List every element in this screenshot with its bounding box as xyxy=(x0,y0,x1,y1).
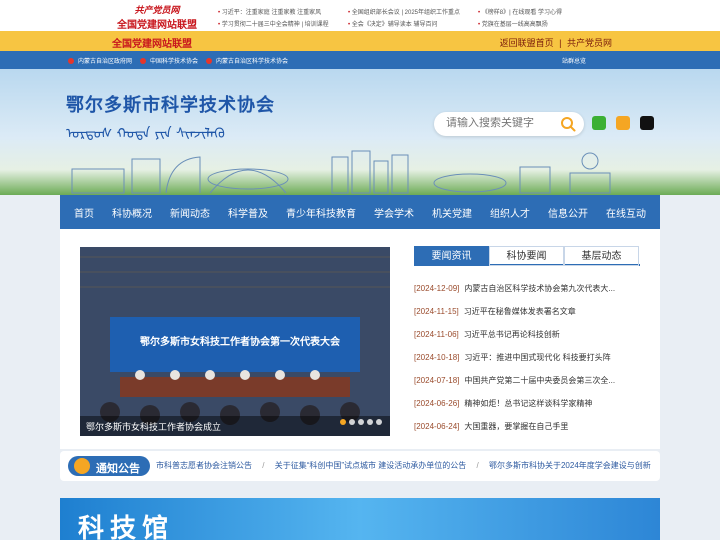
top-link[interactable]: 《榜样8》| 在线观看 学习心得 xyxy=(478,7,562,16)
nav-online-interaction[interactable]: 在线互动 xyxy=(606,205,646,220)
site-group-link[interactable]: 站群总览 xyxy=(562,56,586,65)
gov-link-label: 内蒙古自治区政府网 xyxy=(78,59,133,65)
emblem-icon xyxy=(68,58,74,64)
top-link[interactable]: 全国组织部长会议 | 2025年组织工作重点 xyxy=(348,7,460,16)
news-tabs: 要闻资讯 科协要闻 基层动态 xyxy=(414,246,640,266)
notice-separator: / xyxy=(476,461,479,470)
cast-link-label: 中国科学技术协会 xyxy=(150,59,199,65)
top-link[interactable]: 全会《决定》辅导读本 辅导百问 xyxy=(348,19,438,28)
carousel-dot[interactable] xyxy=(367,419,373,425)
notice-item[interactable]: 市科普志愿者协会注销公告 xyxy=(156,461,252,470)
news-title[interactable]: 习近平总书记再论科技创新 xyxy=(464,330,560,339)
list-item[interactable]: [2024-07-18] 中国共产党第二十届中央委员会第三次全... xyxy=(414,375,644,386)
search-icon[interactable] xyxy=(560,116,576,132)
carousel-dots xyxy=(337,412,382,430)
site-title-mongolian: ᠣᠷᠳᠣᠰ ᠬᠣᠲᠠ ᠶᠢᠨ ᠱᠢᠨᠵᠢᠯᠡᠬᠦ xyxy=(66,126,225,142)
list-item[interactable]: [2024-11-06] 习近平总书记再论科技创新 xyxy=(414,329,644,340)
notice-bar: 通知公告 市科普志愿者协会注销公告 / 关于征集“科创中国”试点城市 建设活动承… xyxy=(60,451,660,481)
tab-headline-news[interactable]: 要闻资讯 xyxy=(414,246,489,266)
news-date: [2024-10-18] xyxy=(414,353,460,362)
top-portal-bar: 共产党员网 全国党建网站联盟 习近平：注重家庭 注重家教 注重家风 全国组织部长… xyxy=(0,0,720,31)
carousel-dot[interactable] xyxy=(358,419,364,425)
alliance-bar: 全国党建网站联盟 返回联盟首页 | 共产党员网 xyxy=(0,31,720,51)
tiktok-icon[interactable] xyxy=(640,116,654,130)
city-skyline-illustration xyxy=(71,150,611,194)
top-link[interactable]: 党旗在基层一线高高飘扬 xyxy=(478,19,548,28)
wechat-icon[interactable] xyxy=(592,116,606,130)
carousel-caption-text: 鄂尔多斯市女科技工作者协会成立 xyxy=(86,422,222,432)
news-date: [2024-07-18] xyxy=(414,376,460,385)
nav-academic[interactable]: 学会学术 xyxy=(374,205,414,220)
news-title[interactable]: 内蒙古自治区科学技术协会第九次代表大... xyxy=(464,284,615,293)
news-title[interactable]: 精神如炬！总书记这样谈科学家精神 xyxy=(464,399,592,408)
list-item[interactable]: [2024-12-09] 内蒙古自治区科学技术协会第九次代表大... xyxy=(414,283,644,294)
news-date: [2024-06-26] xyxy=(414,399,460,408)
news-title[interactable]: 大国重器，要掌握在自己手里 xyxy=(464,422,568,431)
news-date: [2024-12-09] xyxy=(414,284,460,293)
notice-item[interactable]: 关于征集“科创中国”试点城市 建设活动承办单位的公告 xyxy=(275,461,467,470)
tab-cast-news[interactable]: 科协要闻 xyxy=(489,246,564,266)
stage-screen-text: 鄂尔多斯市女科技工作者协会第一次代表大会 xyxy=(140,337,340,348)
photo-carousel[interactable]: 鄂尔多斯市女科技工作者协会第一次代表大会 鄂尔多斯市女科技工作者协会成立 xyxy=(80,247,390,436)
emblem-icon xyxy=(140,58,146,64)
science-museum-title: 科技馆 xyxy=(78,514,175,540)
carousel-dot[interactable] xyxy=(349,419,355,425)
site-title: 鄂尔多斯市科学技术协会 xyxy=(66,95,275,115)
news-date: [2024-11-15] xyxy=(414,307,459,316)
news-title[interactable]: 习近平在秘鲁媒体发表署名文章 xyxy=(464,307,576,316)
main-nav: 首页 科协概况 新闻动态 科学普及 青少年科技教育 学会学术 机关党建 组织人才… xyxy=(60,195,660,229)
notice-label-text: 通知公告 xyxy=(96,463,140,475)
list-item[interactable]: [2024-11-15] 习近平在秘鲁媒体发表署名文章 xyxy=(414,306,644,317)
party-member-logo[interactable]: 共产党员网 全国党建网站联盟 xyxy=(112,3,202,31)
notice-separator: / xyxy=(262,461,265,470)
carousel-dot[interactable] xyxy=(376,419,382,425)
science-museum-banner[interactable]: 科技馆 xyxy=(60,498,660,540)
top-link[interactable]: 习近平：注重家庭 注重家教 注重家风 xyxy=(218,7,321,16)
header-banner: 鄂尔多斯市科学技术协会 ᠣᠷᠳᠣᠰ ᠬᠣᠲᠠ ᠶᠢᠨ ᠱᠢᠨᠵᠢᠯᠡᠬᠦ xyxy=(0,69,720,195)
party-member-link[interactable]: 共产党员网 xyxy=(567,38,612,48)
search-box xyxy=(434,112,584,136)
search-input[interactable] xyxy=(446,117,556,129)
top-link[interactable]: 学习贯彻二十届三中全会精神 | 培训课程 xyxy=(218,19,329,28)
carousel-dot[interactable] xyxy=(340,419,346,425)
notice-label[interactable]: 通知公告 xyxy=(68,456,150,476)
main-content: 鄂尔多斯市女科技工作者协会第一次代表大会 鄂尔多斯市女科技工作者协会成立 要闻资… xyxy=(60,229,660,449)
logo-line1: 共产党员网 xyxy=(134,6,180,16)
list-item[interactable]: [2024-10-18] 习近平：推进中国式现代化 科技要打头阵 xyxy=(414,352,644,363)
emblem-icon xyxy=(206,58,212,64)
logo-line2: 全国党建网站联盟 xyxy=(117,20,197,31)
news-date: [2024-06-24] xyxy=(414,422,460,431)
nav-talent[interactable]: 组织人才 xyxy=(490,205,530,220)
news-title[interactable]: 中国共产党第二十届中央委员会第三次全... xyxy=(464,376,615,385)
tab-grassroots-news[interactable]: 基层动态 xyxy=(564,246,639,266)
nav-news[interactable]: 新闻动态 xyxy=(170,205,210,220)
cast-link[interactable]: 中国科学技术协会 xyxy=(140,56,198,65)
notice-ticker: 市科普志愿者协会注销公告 / 关于征集“科创中国”试点城市 建设活动承办单位的公… xyxy=(156,460,651,471)
site-link-bar: 内蒙古自治区政府网 中国科学技术协会 内蒙古自治区科学技术协会 站群总览 xyxy=(0,51,720,69)
nav-overview[interactable]: 科协概况 xyxy=(112,205,152,220)
nav-party-building[interactable]: 机关党建 xyxy=(432,205,472,220)
return-alliance-link[interactable]: 返回联盟首页 xyxy=(500,38,554,48)
notice-item[interactable]: 鄂尔多斯市科协关于2024年度学会建设与创新 xyxy=(489,461,651,470)
bell-icon xyxy=(74,458,90,474)
nmg-cast-link[interactable]: 内蒙古自治区科学技术协会 xyxy=(206,56,288,65)
list-item[interactable]: [2024-06-24] 大国重器，要掌握在自己手里 xyxy=(414,421,644,432)
nav-popular-science[interactable]: 科学普及 xyxy=(228,205,268,220)
link-separator: | xyxy=(559,38,562,48)
alliance-links: 返回联盟首页 | 共产党员网 xyxy=(500,36,612,49)
nav-info-disclosure[interactable]: 信息公开 xyxy=(548,205,588,220)
news-date: [2024-11-06] xyxy=(414,330,459,339)
nav-home[interactable]: 首页 xyxy=(74,205,94,220)
news-title[interactable]: 习近平：推进中国式现代化 科技要打头阵 xyxy=(464,353,610,362)
list-item[interactable]: [2024-06-26] 精神如炬！总书记这样谈科学家精神 xyxy=(414,398,644,409)
nav-youth-education[interactable]: 青少年科技教育 xyxy=(286,205,356,220)
alliance-title: 全国党建网站联盟 xyxy=(112,39,192,50)
weibo-icon[interactable] xyxy=(616,116,630,130)
nmg-cast-link-label: 内蒙古自治区科学技术协会 xyxy=(216,59,289,65)
gov-link[interactable]: 内蒙古自治区政府网 xyxy=(68,56,132,65)
